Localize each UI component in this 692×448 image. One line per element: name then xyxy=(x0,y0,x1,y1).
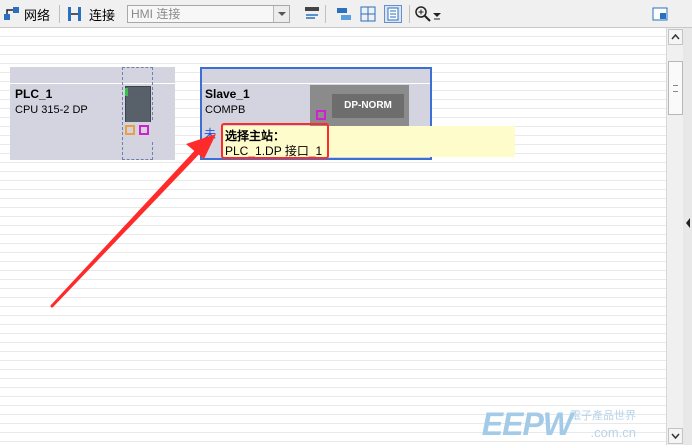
zoom-icon[interactable] xyxy=(414,5,432,23)
network-view-icon[interactable] xyxy=(3,5,21,23)
connection-type-dropdown[interactable]: HMI 连接 xyxy=(127,5,290,23)
annotation-arrow-icon xyxy=(50,134,216,308)
page-view-icon[interactable] xyxy=(384,5,402,23)
chevron-down-icon[interactable] xyxy=(273,6,289,22)
chevron-down-icon xyxy=(671,433,680,440)
panel-toggle-icon[interactable] xyxy=(651,5,669,23)
connections-icon[interactable] xyxy=(66,5,84,23)
network-canvas[interactable]: PLC_1 CPU 315-2 DP Slave_1 COMPB DP-NORM… xyxy=(0,28,666,445)
device-overview-icon[interactable] xyxy=(335,5,353,23)
watermark-domain: .com.cn xyxy=(590,425,636,440)
connection-type-value: HMI 连接 xyxy=(131,7,181,21)
chevron-left-icon[interactable] xyxy=(683,208,692,238)
network-button[interactable]: 网络 xyxy=(24,4,50,24)
toolbar-separator xyxy=(59,5,60,23)
grid-icon[interactable] xyxy=(359,5,377,23)
zoom-dropdown-icon[interactable] xyxy=(432,5,450,23)
toolbar-separator xyxy=(325,5,326,23)
watermark-logo: EEPW xyxy=(481,406,573,442)
scroll-down-button[interactable] xyxy=(668,428,683,444)
connections-button[interactable]: 连接 xyxy=(89,4,115,24)
vertical-scrollbar[interactable] xyxy=(666,28,683,445)
watermark-tagline: 電子產品世界 xyxy=(570,410,636,422)
toolbar: 网络 连接 HMI 连接 xyxy=(0,0,692,28)
scroll-thumb[interactable] xyxy=(668,61,683,115)
panel-splitter[interactable] xyxy=(683,28,692,445)
scroll-up-button[interactable] xyxy=(668,29,683,45)
chevron-up-icon xyxy=(671,33,680,40)
name-display-icon[interactable] xyxy=(303,5,321,23)
toolbar-separator xyxy=(409,5,410,23)
